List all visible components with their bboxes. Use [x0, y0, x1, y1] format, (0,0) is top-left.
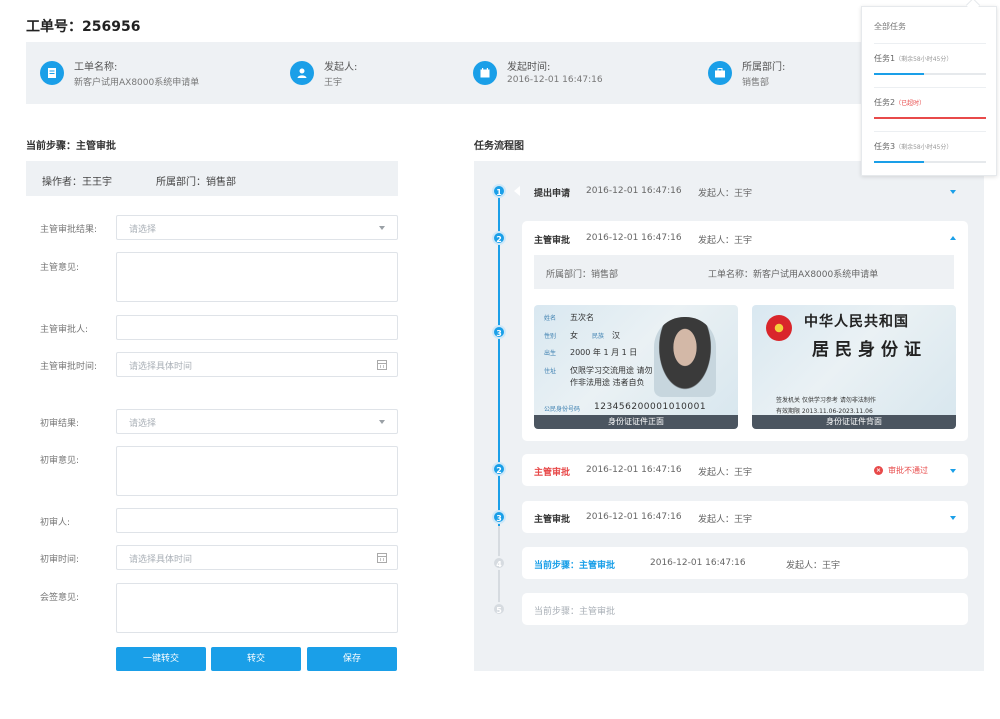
initial-result-label: 初审结果: — [40, 419, 80, 429]
flow-step-5-pending[interactable]: 当前步骤：主管审批 — [522, 593, 968, 625]
supervisor-result-label: 主管审批结果: — [40, 225, 98, 235]
id-card-front-image[interactable]: 姓名 五次名 性别 女 民族 汉 出生 2000 年 1 月 1 日 住址 仅限… — [534, 305, 738, 429]
chevron-down-icon — [379, 226, 385, 230]
task-label: 任务1（剩余58小时45分） — [874, 53, 986, 64]
chevron-down-icon[interactable] — [950, 190, 956, 194]
divider — [874, 131, 986, 132]
document-icon — [40, 61, 64, 85]
flow-step-rejected[interactable]: 主管审批 2016-12-01 16:47:16 发起人：王宇 × 审批不通过 — [522, 454, 968, 486]
supervisor-result-select[interactable]: 请选择 — [116, 215, 398, 240]
page-title: 工单号：256956 — [26, 19, 141, 35]
task-progress-fill — [874, 117, 986, 119]
task-note: （已超时） — [895, 100, 926, 107]
step-dot-4: 4 — [492, 556, 506, 570]
task-note: （剩余58小时45分） — [895, 144, 953, 151]
task-progress-track — [874, 117, 986, 119]
operator-bar: 操作者：王王宇 所属部门：销售部 — [26, 161, 398, 196]
step-dot-5: 5 — [492, 602, 506, 616]
task-label: 任务3（剩余58小时45分） — [874, 141, 986, 152]
chevron-down-icon[interactable] — [950, 516, 956, 520]
chevron-down-icon[interactable] — [950, 469, 956, 473]
task-progress-fill — [874, 73, 925, 75]
initial-person-input[interactable] — [116, 508, 398, 533]
calendar-icon — [377, 360, 387, 370]
status-badge: 审批不通过 — [888, 466, 928, 475]
step-detail-bar: 所属部门：销售部 工单名称：新客户试用AX8000系统申请单 — [534, 255, 954, 289]
step-dot-1: 1 — [492, 184, 506, 198]
task-name: 任务1 — [874, 54, 896, 63]
all-tasks-popover: 全部任务 任务1（剩余58小时45分） 任务2（已超时） 任务3（剩余58小时4… — [861, 6, 997, 176]
transfer-button[interactable]: 转交 — [211, 647, 301, 671]
flow-title: 任务流程图 — [474, 141, 524, 152]
countersign-opinion-label: 会签意见: — [40, 593, 80, 603]
task-name: 任务2 — [874, 98, 896, 107]
calendar-icon — [473, 61, 497, 85]
initial-opinion-label: 初审意见: — [40, 456, 80, 466]
task-progress-track — [874, 73, 986, 75]
save-button[interactable]: 保存 — [307, 647, 397, 671]
supervisor-opinion-textarea[interactable] — [116, 252, 398, 302]
supervisor-approver-input[interactable] — [116, 315, 398, 340]
flow-step-1[interactable]: 提出申请 2016-12-01 16:47:16 发起人：王宇 — [522, 175, 968, 207]
portrait-photo — [654, 317, 716, 397]
initial-time-label: 初审时间: — [40, 555, 80, 565]
task-name: 任务3 — [874, 142, 896, 151]
chevron-down-icon — [379, 420, 385, 424]
task-item-1[interactable]: 任务1（剩余58小时45分） — [874, 53, 986, 75]
step-dot-2: 2 — [492, 231, 506, 245]
step-dot-3: 3 — [492, 325, 506, 339]
step-dot-2-rejected: 2 — [492, 462, 506, 476]
calendar-icon — [377, 553, 387, 563]
user-icon — [290, 61, 314, 85]
task-item-3[interactable]: 任务3（剩余58小时45分） — [874, 141, 986, 163]
flow-step-2-expanded[interactable]: 主管审批 2016-12-01 16:47:16 发起人：王宇 所属部门：销售部… — [522, 221, 968, 441]
task-label: 任务2（已超时） — [874, 97, 986, 108]
initial-time-picker[interactable]: 请选择具体时间 — [116, 545, 398, 570]
divider — [874, 43, 986, 44]
flow-step-3[interactable]: 主管审批 2016-12-01 16:47:16 发起人：王宇 — [522, 501, 968, 533]
task-progress-track — [874, 161, 986, 163]
step-dot-3b: 3 — [492, 510, 506, 524]
task-note: （剩余58小时45分） — [895, 56, 953, 63]
divider — [874, 87, 986, 88]
briefcase-icon — [708, 61, 732, 85]
supervisor-approver-label: 主管审批人: — [40, 325, 89, 335]
department-label: 所属部门：销售部 — [156, 177, 236, 188]
chevron-up-icon[interactable] — [950, 236, 956, 240]
quick-transfer-button[interactable]: 一键转交 — [116, 647, 206, 671]
task-item-2[interactable]: 任务2（已超时） — [874, 97, 986, 119]
popover-header: 全部任务 — [874, 22, 906, 31]
national-emblem-icon — [766, 315, 792, 341]
initial-opinion-textarea[interactable] — [116, 446, 398, 496]
supervisor-time-picker[interactable]: 请选择具体时间 — [116, 352, 398, 377]
initial-person-label: 初审人: — [40, 518, 71, 528]
initial-result-select[interactable]: 请选择 — [116, 409, 398, 434]
supervisor-time-label: 主管审批时间: — [40, 362, 98, 372]
reject-icon: × — [874, 466, 883, 475]
order-info-bar: 工单名称: 新客户试用AX8000系统申请单 发起人: 王宇 发起时间: 201… — [26, 42, 980, 104]
task-progress-fill — [874, 161, 925, 163]
id-card-back-image[interactable]: 中华人民共和国 居民身份证 签发机关 仅供学习参考 请勿非法制作 有效期限 20… — [752, 305, 956, 429]
step-pointer — [514, 186, 520, 196]
supervisor-opinion-label: 主管意见: — [40, 263, 80, 273]
operator-label: 操作者：王王宇 — [42, 177, 112, 188]
flow-step-4-current[interactable]: 当前步骤：主管审批 2016-12-01 16:47:16 发起人：王宇 — [522, 547, 968, 579]
countersign-opinion-textarea[interactable] — [116, 583, 398, 633]
current-step-title: 当前步骤：主管审批 — [26, 141, 116, 152]
